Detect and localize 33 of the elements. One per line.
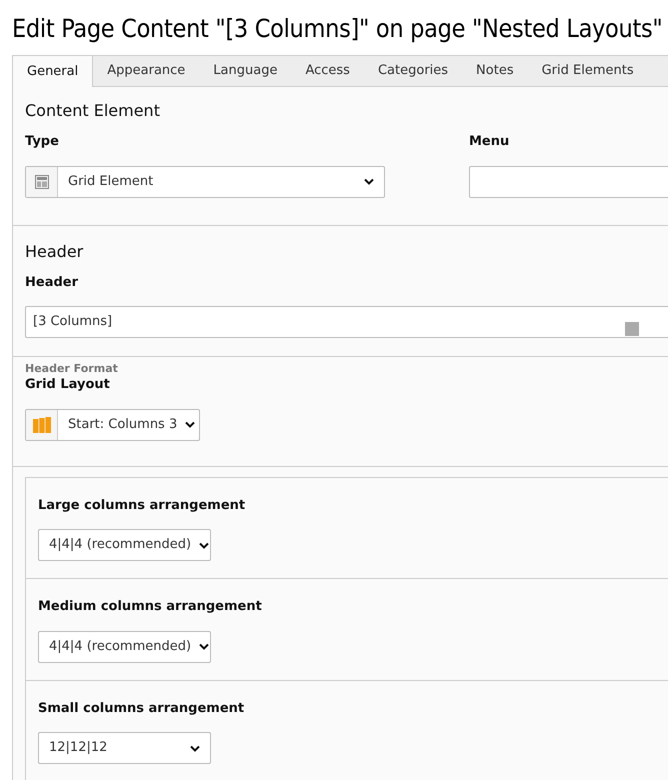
table-layout-icon (34, 174, 48, 188)
tab[interactable]: Categories (364, 56, 462, 86)
columns-icon (32, 416, 50, 432)
caret-icon (364, 178, 374, 185)
field-label: Type (25, 133, 60, 151)
select-dropdown[interactable]: 4|4|4 (recommended) (38, 630, 211, 662)
caret-icon (199, 542, 210, 548)
field-label: Large columns arrangement (38, 496, 246, 514)
tab[interactable]: Language (199, 56, 292, 86)
caret-icon (199, 643, 210, 650)
select-dropdown[interactable]: 4|4|4 (recommended) (38, 529, 211, 561)
field-label: Grid Layout (25, 376, 111, 394)
section-heading: Header (25, 240, 84, 262)
section-heading: Content Element (25, 100, 161, 122)
field-label: Menu (469, 133, 510, 151)
select-dropdown[interactable]: Start: Columns 3 (25, 408, 200, 440)
caret-icon (190, 744, 200, 752)
tab[interactable]: Notes (462, 56, 528, 86)
resize-handle-icon (625, 322, 639, 336)
select-dropdown[interactable]: 12|12|12 (38, 732, 211, 764)
field-label: Medium columns arrangement (38, 598, 263, 616)
tab[interactable]: General (13, 56, 94, 87)
page-title: Edit Page Content "[3 Columns]" on page "Nested Layouts" (11, 13, 664, 45)
header-input[interactable]: [3 Columns] (25, 306, 668, 338)
field-label: Header Format (25, 363, 119, 375)
menu-field[interactable] (469, 166, 668, 198)
caret-icon (185, 421, 196, 428)
tab[interactable]: Grid Elements (528, 56, 648, 86)
field-label: Small columns arrangement (38, 700, 246, 718)
select-dropdown[interactable]: Grid Element (25, 166, 385, 198)
tab[interactable]: Appearance (93, 56, 200, 86)
field-label: Header (25, 274, 80, 292)
tab[interactable]: Access (291, 56, 364, 86)
